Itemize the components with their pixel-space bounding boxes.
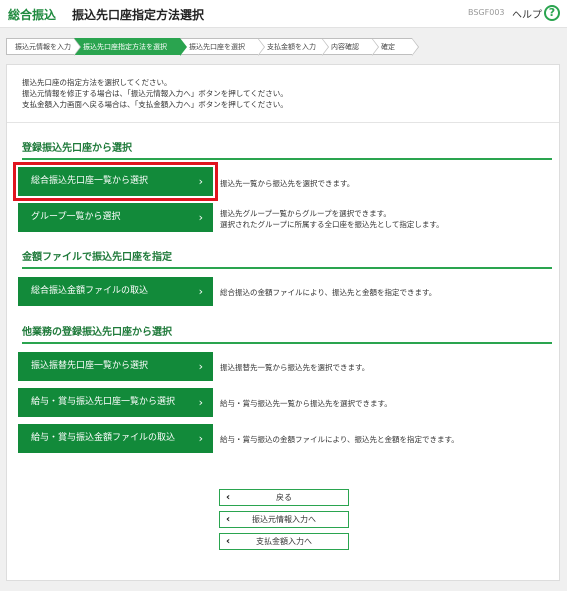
help-icon[interactable]: ? [544,5,560,21]
select-from-salary-list-button[interactable]: 給与・賞与振込先口座一覧から選択 › [18,388,213,417]
description-text: 選択されたグループに所属する全口座を振込先として指定します。 [220,220,444,229]
instruction-line: 振込先口座の指定方法を選択してください。 [22,78,172,87]
help-link[interactable]: ヘルプ [512,6,542,21]
button-label: グループ一覧から選択 [31,212,121,222]
header-bar: 総合振込 振込先口座指定方法選択 BSGF003 ヘルプ ? [0,0,567,28]
chevron-left-icon: ‹ [226,492,231,503]
section-title-other: 他業務の登録振込先口座から選択 [22,323,552,344]
main-panel: 振込先口座の指定方法を選択してください。 振込元情報を修正する場合は、「振込元情… [6,64,560,581]
select-from-transfer-destination-list-button[interactable]: 振込振替先口座一覧から選択 › [18,352,213,381]
button-label: 支払金額入力へ [256,537,312,546]
instructions: 振込先口座の指定方法を選択してください。 振込元情報を修正する場合は、「振込元情… [7,65,559,123]
chevron-right-icon: › [198,432,203,445]
step-select-method: 振込先口座指定方法を選択 [74,38,187,56]
app-name: 総合振込 [8,8,57,22]
progress-steps: 振込元情報を入力 振込先口座指定方法を選択 振込先口座を選択 支払金額を入力 内… [6,38,432,56]
button-label: 戻る [276,493,292,502]
description-text: 給与・賞与振込先一覧から振込先を選択できます。 [220,399,392,408]
instruction-line: 振込元情報を修正する場合は、「振込元情報入力へ」ボタンを押してください。 [22,89,288,98]
section-title-registered: 登録振込先口座から選択 [22,139,552,160]
chevron-right-icon: › [198,285,203,298]
step-select-account: 振込先口座を選択 [180,38,265,56]
chevron-right-icon: › [198,396,203,409]
step-source-info: 振込元情報を入力 [6,38,81,56]
screen-code: BSGF003 [468,8,505,17]
instruction-line: 支払金額入力画面へ戻る場合は、「支払金額入力へ」ボタンを押してください。 [22,100,288,109]
select-from-transfer-list-button[interactable]: 総合振込先口座一覧から選択 › [13,162,218,201]
chevron-right-icon: › [198,211,203,224]
to-source-info-button[interactable]: ‹ 振込元情報入力へ [219,511,349,528]
chevron-left-icon: ‹ [226,514,231,525]
step-confirm: 内容確認 [322,38,379,56]
button-label: 給与・賞与振込金額ファイルの取込 [31,433,176,443]
import-amount-file-button[interactable]: 総合振込金額ファイルの取込 › [18,277,213,306]
button-label: 給与・賞与振込先口座一覧から選択 [31,397,176,407]
description-text: 振込先一覧から振込先を選択できます。 [220,179,355,188]
chevron-right-icon: › [198,360,203,373]
button-label: 総合振込先口座一覧から選択 [31,176,149,186]
description-text: 給与・賞与振込の金額ファイルにより、振込先と金額を指定できます。 [220,435,459,444]
button-label: 振込振替先口座一覧から選択 [31,361,149,371]
button-label: 総合振込金額ファイルの取込 [31,286,149,296]
description-text: 総合振込の金額ファイルにより、振込先と金額を指定できます。 [220,288,437,297]
description-text: 振込先グループ一覧からグループを選択できます。 [220,209,391,218]
button-label: 振込元情報入力へ [252,515,316,524]
chevron-right-icon: › [198,175,203,188]
to-amount-input-button[interactable]: ‹ 支払金額入力へ [219,533,349,550]
back-button[interactable]: ‹ 戻る [219,489,349,506]
select-from-group-list-button[interactable]: グループ一覧から選択 › [18,203,213,232]
chevron-left-icon: ‹ [226,536,231,547]
page-title: 振込先口座指定方法選択 [72,8,205,22]
description-text: 振込振替先一覧から振込先を選択できます。 [220,363,370,372]
import-salary-file-button[interactable]: 給与・賞与振込金額ファイルの取込 › [18,424,213,453]
step-input-amount: 支払金額を入力 [258,38,329,56]
section-title-file: 金額ファイルで振込先口座を指定 [22,248,552,269]
